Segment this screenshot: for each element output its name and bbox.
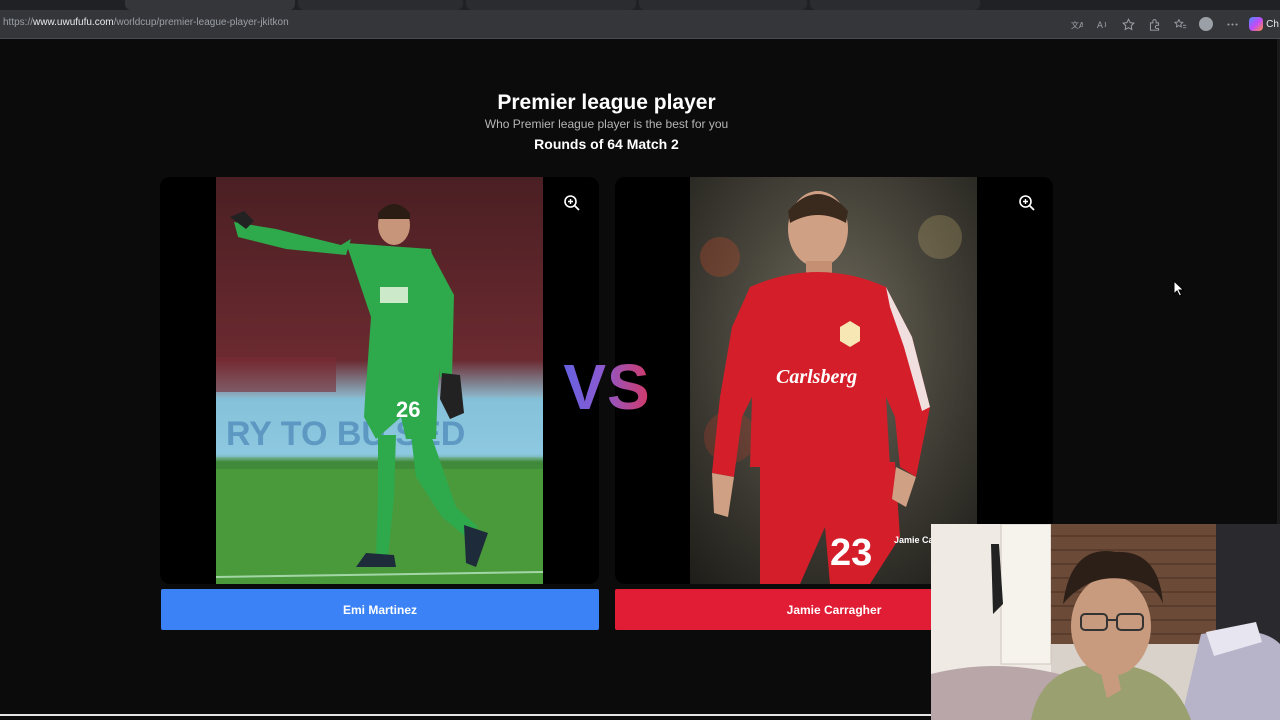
bottom-divider: [0, 714, 931, 716]
page-subtitle: Who Premier league player is the best fo…: [484, 117, 729, 131]
candidate-card-right[interactable]: Carlsberg 23 Jamie Ca: [615, 177, 1053, 584]
candidate-card-left[interactable]: RY TO BU SED 26: [160, 177, 599, 584]
browser-tab-active[interactable]: [125, 0, 295, 10]
webcam-overlay: [931, 524, 1280, 720]
browser-toolbar: 文A A Ch: [1060, 14, 1280, 34]
candidate-name-left: Emi Martinez: [342, 602, 417, 617]
candidate-name-right: Jamie Carragher: [786, 602, 882, 617]
url-text[interactable]: https://www.uwufufu.com/worldcup/premier…: [3, 17, 289, 28]
translate-icon[interactable]: 文A: [1066, 14, 1086, 34]
profile-avatar-icon[interactable]: [1196, 14, 1216, 34]
choose-left-button[interactable]: Emi Martinez: [161, 589, 599, 630]
vs-label: VS: [553, 350, 661, 424]
page-title: Premier league player: [497, 91, 716, 114]
browser-tab-strip: [0, 0, 1280, 10]
svg-text:文A: 文A: [1070, 19, 1082, 29]
copilot-label: Ch: [1266, 18, 1279, 30]
shirt-number-right: 23: [830, 532, 872, 574]
favorite-star-icon[interactable]: [1118, 14, 1138, 34]
shirt-number-left: 26: [396, 397, 420, 422]
zoom-in-icon-left[interactable]: [563, 194, 581, 212]
worldcup-header: Premier league player Who Premier league…: [0, 90, 1213, 153]
extensions-icon[interactable]: [1144, 14, 1164, 34]
read-aloud-icon[interactable]: A: [1092, 14, 1112, 34]
url-path: /worldcup/premier-league-player-jkitkon: [113, 17, 289, 28]
copilot-icon: [1249, 17, 1264, 31]
candidate-photo-right[interactable]: Carlsberg 23: [690, 177, 977, 584]
mouse-cursor-icon: [1173, 280, 1185, 297]
photo-caption-right: Jamie Ca: [894, 535, 934, 545]
browser-tab[interactable]: [810, 0, 980, 10]
address-bar[interactable]: https://www.uwufufu.com/worldcup/premier…: [0, 10, 1280, 39]
favorites-list-icon[interactable]: [1170, 14, 1190, 34]
round-label: Rounds of 64 Match 2: [534, 136, 679, 152]
svg-text:A: A: [1096, 20, 1103, 30]
browser-tab[interactable]: [298, 0, 463, 10]
copilot-button[interactable]: Ch: [1248, 14, 1280, 34]
candidate-photo-left[interactable]: RY TO BU SED 26: [216, 177, 543, 584]
more-options-icon[interactable]: [1222, 14, 1242, 34]
url-host: www.uwufufu.com: [33, 17, 114, 28]
zoom-in-icon-right[interactable]: [1018, 194, 1036, 212]
url-prefix: https://: [3, 17, 34, 28]
browser-tab[interactable]: [466, 0, 636, 10]
browser-tab[interactable]: [639, 0, 807, 10]
shirt-sponsor-right: Carlsberg: [776, 366, 857, 388]
